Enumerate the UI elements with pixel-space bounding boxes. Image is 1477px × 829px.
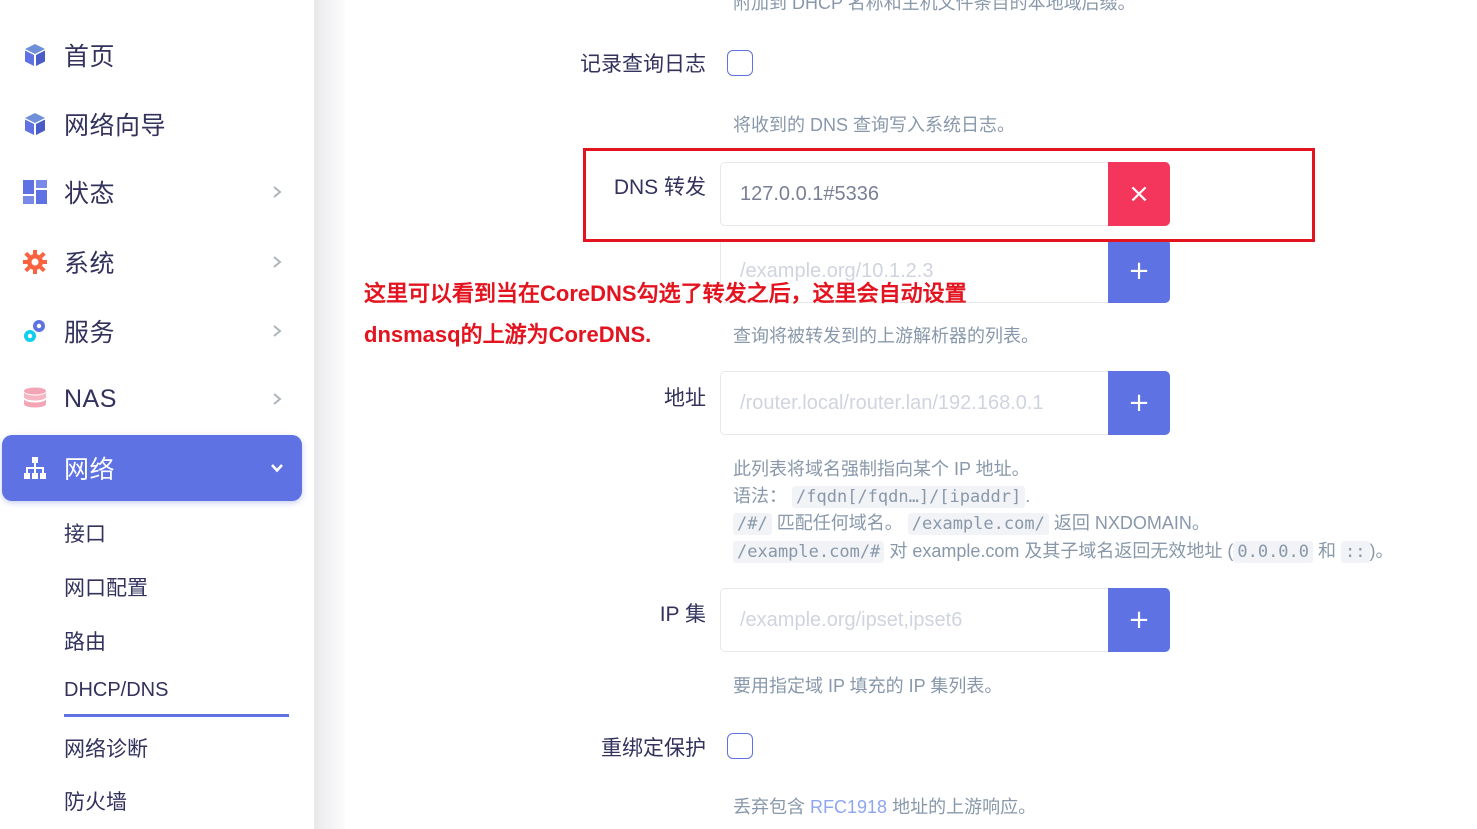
- ipset-description: 要用指定域 IP 填充的 IP 集列表。: [733, 676, 1003, 696]
- ipset-input[interactable]: [720, 588, 1108, 652]
- example-code: /example.com/: [907, 513, 1049, 535]
- address-description: 此列表将域名强制指向某个 IP 地址。: [733, 459, 1030, 479]
- add-address-button[interactable]: +: [1108, 371, 1170, 435]
- syntax-code: /fqdn[/fqdn…]/[ipaddr]: [792, 486, 1026, 508]
- log-queries-label: 记录查询日志: [580, 53, 706, 76]
- sidebar-subitem-port-config[interactable]: 网口配置: [64, 572, 148, 602]
- cube-icon: [22, 42, 48, 68]
- chevron-right-icon: [270, 185, 284, 199]
- sidebar-item-label: 网络: [64, 456, 116, 484]
- sidebar-subitem-firewall[interactable]: 防火墙: [64, 786, 127, 816]
- sidebar-item-label: 服务: [64, 319, 116, 347]
- log-queries-checkbox[interactable]: [727, 50, 753, 76]
- sidebar-item-label: 网络向导: [64, 112, 167, 140]
- sidebar-item-label: 状态: [64, 180, 116, 208]
- chevron-right-icon: [270, 255, 284, 269]
- example-text: 和: [1318, 541, 1337, 561]
- chevron-down-icon: [270, 461, 284, 475]
- example-text: )。: [1369, 541, 1394, 561]
- dns-forward-description: 查询将被转发到的上游解析器的列表。: [733, 326, 1039, 346]
- annotation-text-line-2: dnsmasq的上游为CoreDNS.: [364, 322, 652, 347]
- domain-suffix-description: 附加到 DHCP 名称和主机文件条目的本地域后缀。: [733, 0, 1136, 13]
- sidebar-subitem-dhcp-dns[interactable]: DHCP/DNS: [64, 679, 168, 702]
- syntax-label: 语法：: [733, 486, 787, 506]
- example-code: /#/: [733, 513, 772, 535]
- dns-forward-label: DNS 转发: [613, 176, 706, 199]
- sidebar-item-nas[interactable]: NAS: [2, 366, 302, 432]
- rebind-desc-prefix: 丢弃包含: [733, 797, 805, 817]
- sidebar-item-network-wizard[interactable]: 网络向导: [2, 91, 302, 157]
- sidebar: 首页 网络向导 状态 系统 服务 NAS 网络 接口 网口配置 路由 DHCP/…: [0, 0, 314, 829]
- sidebar-item-label: NAS: [64, 384, 117, 413]
- database-icon: [22, 386, 48, 412]
- active-subitem-indicator: [64, 714, 289, 717]
- sitemap-icon: [22, 455, 48, 481]
- rebind-desc-suffix: 地址的上游响应。: [892, 797, 1037, 817]
- rebind-protection-label: 重绑定保护: [601, 737, 706, 760]
- address-syntax-line: 语法： /fqdn[/fqdn…]/[ipaddr].: [733, 486, 1031, 508]
- dns-forward-entry: ×: [720, 162, 1170, 226]
- sidebar-divider: [314, 0, 345, 829]
- sidebar-subitem-interfaces[interactable]: 接口: [64, 518, 106, 548]
- cube-icon: [22, 111, 48, 137]
- example-code: /example.com/#: [733, 541, 885, 563]
- sidebar-item-label: 首页: [64, 43, 116, 71]
- ipset-entry: +: [720, 588, 1170, 652]
- example-code: 0.0.0.0: [1233, 541, 1314, 563]
- gear-icon: [22, 249, 48, 275]
- address-input[interactable]: [720, 371, 1108, 435]
- chevron-right-icon: [270, 324, 284, 338]
- remove-dns-forward-button[interactable]: ×: [1108, 162, 1170, 226]
- address-example-line-2: /example.com/# 对 example.com 及其子域名返回无效地址…: [733, 537, 1394, 563]
- annotation-text-line-1: 这里可以看到当在CoreDNS勾选了转发之后，这里会自动设置: [364, 281, 967, 306]
- dashboard-icon: [22, 179, 48, 205]
- sidebar-item-network[interactable]: 网络: [2, 435, 302, 501]
- ipset-label: IP 集: [659, 603, 706, 626]
- rfc1918-link[interactable]: RFC1918: [810, 797, 887, 817]
- add-dns-forward-button[interactable]: +: [1108, 239, 1170, 303]
- gears-icon: [22, 318, 48, 344]
- address-label: 地址: [664, 387, 706, 410]
- sidebar-item-label: 系统: [64, 250, 116, 278]
- example-text: 返回 NXDOMAIN。: [1053, 513, 1210, 533]
- example-text: 对 example.com 及其子域名返回无效地址 (: [889, 541, 1234, 561]
- sidebar-item-system[interactable]: 系统: [2, 229, 302, 295]
- example-text: 匹配任何域名。: [776, 513, 903, 533]
- add-ipset-button[interactable]: +: [1108, 588, 1170, 652]
- address-entry: +: [720, 371, 1170, 435]
- rebind-protection-checkbox[interactable]: [727, 733, 753, 759]
- sidebar-subitem-diagnostics[interactable]: 网络诊断: [64, 733, 148, 763]
- dns-forward-input[interactable]: [720, 162, 1108, 226]
- sidebar-item-status[interactable]: 状态: [2, 159, 302, 225]
- sidebar-subitem-routes[interactable]: 路由: [64, 626, 106, 656]
- sidebar-item-services[interactable]: 服务: [2, 298, 302, 364]
- example-code: ::: [1341, 541, 1370, 563]
- rebind-protection-description: 丢弃包含 RFC1918 地址的上游响应。: [733, 793, 1036, 819]
- address-example-line-1: /#/ 匹配任何域名。 /example.com/ 返回 NXDOMAIN。: [733, 509, 1210, 535]
- chevron-right-icon: [270, 392, 284, 406]
- sidebar-item-home[interactable]: 首页: [2, 22, 302, 88]
- log-queries-description: 将收到的 DNS 查询写入系统日志。: [733, 115, 1016, 135]
